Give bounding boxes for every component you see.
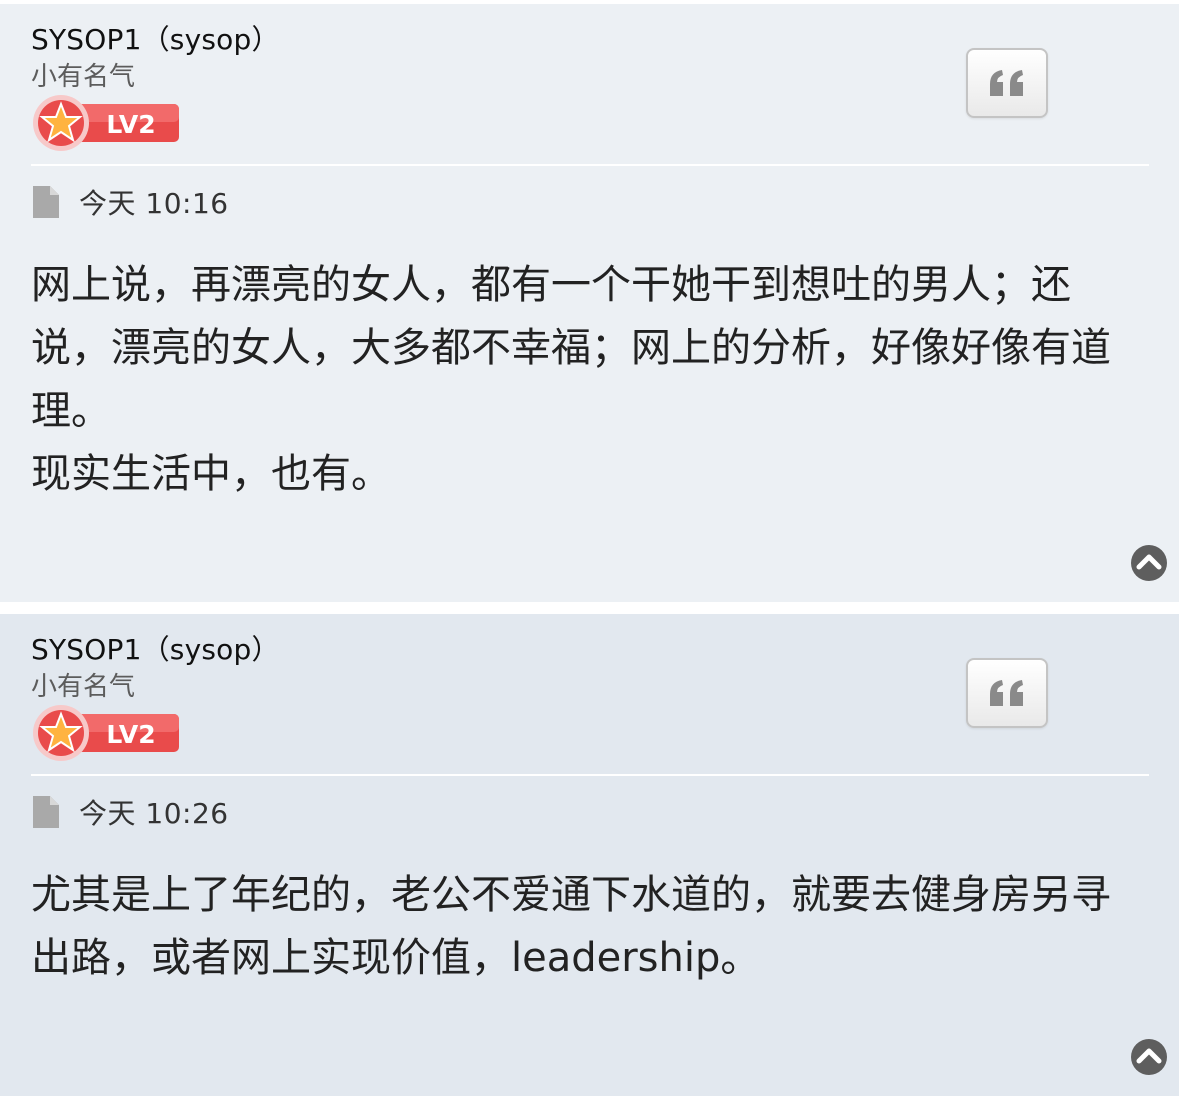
chevron-up-circle-icon[interactable] bbox=[1130, 544, 1168, 582]
post-meta: 今天 10:26 bbox=[31, 792, 229, 832]
quote-icon bbox=[990, 70, 1023, 96]
post-divider bbox=[31, 164, 1149, 166]
post-author[interactable]: SYSOP1（sysop） bbox=[31, 628, 280, 668]
post-content: 网上说，再漂亮的女人，都有一个干她干到想吐的男人；还说，漂亮的女人，大多都不幸福… bbox=[31, 254, 1141, 506]
quote-button[interactable] bbox=[966, 658, 1048, 728]
post-author[interactable]: SYSOP1（sysop） bbox=[31, 18, 280, 58]
post-paragraph: 网上说，再漂亮的女人，都有一个干她干到想吐的男人；还说，漂亮的女人，大多都不幸福… bbox=[31, 262, 1111, 434]
post-meta: 今天 10:16 bbox=[31, 182, 229, 222]
post: SYSOP1（sysop） 小有名气 LV2 今天 10:26 尤其是上了年纪的… bbox=[0, 614, 1179, 1096]
post-divider bbox=[31, 774, 1149, 776]
post-content: 尤其是上了年纪的，老公不爱通下水道的，就要去健身房另寻出路，或者网上实现价值，l… bbox=[31, 864, 1141, 990]
post-paragraph: 尤其是上了年纪的，老公不爱通下水道的，就要去健身房另寻出路，或者网上实现价值，l… bbox=[31, 872, 1111, 981]
level-badge-label: LV2 bbox=[106, 110, 155, 139]
chevron-up-circle-icon[interactable] bbox=[1130, 1038, 1168, 1076]
level-badge: LV2 bbox=[33, 95, 179, 151]
post-paragraph: 现实生活中，也有。 bbox=[31, 451, 391, 497]
page-icon bbox=[33, 186, 59, 218]
user-rank: 小有名气 bbox=[31, 62, 136, 92]
user-rank: 小有名气 bbox=[31, 672, 136, 702]
post-time[interactable]: 今天 10:16 bbox=[79, 182, 229, 222]
quote-button[interactable] bbox=[966, 48, 1048, 118]
level-badge: LV2 bbox=[33, 705, 179, 761]
post-time[interactable]: 今天 10:26 bbox=[79, 792, 229, 832]
post: SYSOP1（sysop） 小有名气 LV2 今天 10:16 网上说，再漂亮的… bbox=[0, 4, 1179, 602]
level-badge-label: LV2 bbox=[106, 720, 155, 749]
page-icon bbox=[33, 796, 59, 828]
quote-icon bbox=[990, 680, 1023, 706]
